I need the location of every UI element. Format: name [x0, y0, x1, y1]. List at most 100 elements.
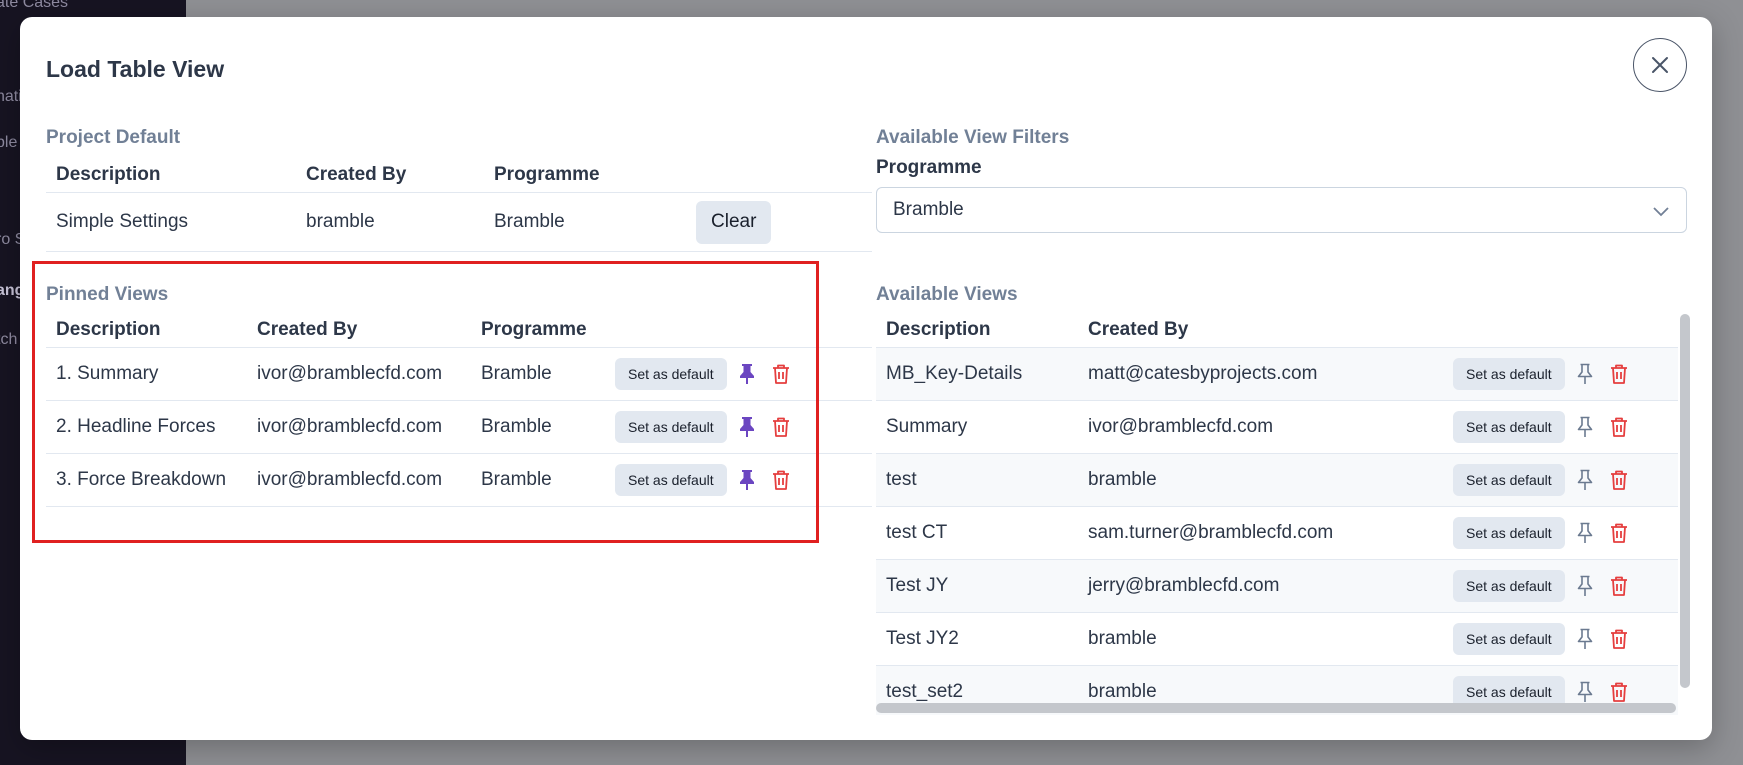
- row-description: test: [876, 453, 1078, 507]
- programme-select-value: Bramble: [893, 199, 964, 220]
- unpin-button[interactable]: [733, 466, 761, 494]
- sidebar-fragment: nati: [0, 88, 22, 105]
- column-header-created-by: Created By: [1088, 319, 1189, 340]
- pin-outline-icon: [1577, 522, 1592, 543]
- delete-button[interactable]: [1605, 572, 1633, 600]
- row-created-by: jerry@bramblecfd.com: [1078, 559, 1443, 613]
- column-header-description: Description: [56, 164, 161, 185]
- delete-button[interactable]: [767, 360, 795, 388]
- set-as-default-button[interactable]: Set as default: [615, 464, 727, 496]
- delete-button[interactable]: [767, 413, 795, 441]
- row-description: Simple Settings: [46, 192, 296, 252]
- table-row: Test JY2 bramble Set as default: [876, 612, 1678, 666]
- programme-select[interactable]: Bramble: [876, 187, 1687, 233]
- pinned-views-table: Description Created By Programme 1. Summ…: [46, 313, 872, 507]
- delete-button[interactable]: [1605, 360, 1633, 388]
- trash-icon: [772, 364, 789, 384]
- pin-button[interactable]: [1571, 572, 1599, 600]
- column-header-programme: Programme: [494, 164, 600, 185]
- table-row: MB_Key-Details matt@catesbyprojects.com Se…: [876, 347, 1678, 401]
- table-row: 2. Headline Forces ivor@bramblecfd.com B…: [46, 400, 872, 454]
- set-as-default-button[interactable]: Set as default: [1453, 358, 1565, 390]
- row-programme: Bramble: [471, 347, 605, 401]
- trash-icon: [1610, 417, 1627, 437]
- column-header-created-by: Created By: [257, 319, 358, 340]
- delete-button[interactable]: [1605, 625, 1633, 653]
- row-created-by: ivor@bramblecfd.com: [247, 347, 471, 401]
- project-default-table: Description Created By Programme Simple …: [46, 158, 872, 252]
- trash-icon: [1610, 470, 1627, 490]
- pin-button[interactable]: [1571, 413, 1599, 441]
- unpin-button[interactable]: [733, 413, 761, 441]
- pin-outline-icon: [1577, 575, 1592, 596]
- sidebar-fragment: ate Cases: [0, 0, 69, 11]
- sidebar-fragment: ble: [0, 134, 18, 151]
- trash-icon: [1610, 682, 1627, 702]
- pin-button[interactable]: [1571, 678, 1599, 706]
- chevron-down-icon: [1653, 207, 1669, 217]
- row-created-by: matt@catesbyprojects.com: [1078, 347, 1443, 401]
- column-header-description: Description: [886, 319, 991, 340]
- row-created-by: ivor@bramblecfd.com: [1078, 400, 1443, 454]
- table-row: Test JY jerry@bramblecfd.com Set as defaul…: [876, 559, 1678, 613]
- available-views-scroll-area[interactable]: Description Created By MB_Key-Details mat…: [876, 317, 1678, 715]
- available-view-filters-label: Available View Filters: [876, 127, 1070, 148]
- set-as-default-button[interactable]: Set as default: [615, 358, 727, 390]
- table-row: Simple Settings bramble Bramble Clear: [46, 192, 872, 252]
- row-programme: Bramble: [471, 400, 605, 454]
- set-as-default-button[interactable]: Set as default: [1453, 623, 1565, 655]
- unpin-button[interactable]: [733, 360, 761, 388]
- set-as-default-button[interactable]: Set as default: [615, 411, 727, 443]
- trash-icon: [772, 417, 789, 437]
- row-description: MB_Key-Details: [876, 347, 1078, 401]
- set-as-default-button[interactable]: Set as default: [1453, 570, 1565, 602]
- modal-title: Load Table View: [46, 56, 225, 82]
- pin-button[interactable]: [1571, 625, 1599, 653]
- load-table-view-modal: Load Table View Project Default Descript…: [20, 17, 1712, 740]
- trash-icon: [772, 470, 789, 490]
- row-description: 1. Summary: [46, 347, 247, 401]
- vertical-scrollbar-thumb[interactable]: [1680, 314, 1690, 688]
- table-row: 1. Summary ivor@bramblecfd.com Bramble S…: [46, 347, 872, 401]
- close-icon: [1652, 57, 1668, 73]
- row-description: 3. Force Breakdown: [46, 453, 247, 507]
- sidebar-fragment: tch: [0, 331, 18, 348]
- set-as-default-button[interactable]: Set as default: [1453, 517, 1565, 549]
- pin-button[interactable]: [1571, 519, 1599, 547]
- trash-icon: [1610, 364, 1627, 384]
- vertical-scrollbar[interactable]: [1680, 314, 1690, 688]
- table-row: test bramble Set as default: [876, 453, 1678, 507]
- delete-button[interactable]: [767, 466, 795, 494]
- row-programme: Bramble: [471, 453, 605, 507]
- trash-icon: [1610, 629, 1627, 649]
- delete-button[interactable]: [1605, 519, 1633, 547]
- row-description: 2. Headline Forces: [46, 400, 247, 454]
- row-created-by: bramble: [1078, 453, 1443, 507]
- row-created-by: ivor@bramblecfd.com: [247, 400, 471, 454]
- row-created-by: bramble: [1078, 612, 1443, 666]
- row-description: test CT: [876, 506, 1078, 560]
- pinned-views-label: Pinned Views: [46, 284, 169, 305]
- column-header-programme: Programme: [481, 319, 587, 340]
- table-row: Summary ivor@bramblecfd.com Set as default: [876, 400, 1678, 454]
- row-description: Test JY: [876, 559, 1078, 613]
- set-as-default-button[interactable]: Set as default: [1453, 464, 1565, 496]
- clear-button[interactable]: Clear: [696, 200, 772, 244]
- available-views-label: Available Views: [876, 284, 1018, 305]
- row-created-by: bramble: [296, 192, 484, 252]
- table-row: 3. Force Breakdown ivor@bramblecfd.com B…: [46, 453, 872, 507]
- row-created-by: ivor@bramblecfd.com: [247, 453, 471, 507]
- pin-filled-icon: [739, 470, 754, 490]
- pin-button[interactable]: [1571, 360, 1599, 388]
- table-row: test CT sam.turner@bramblecfd.com Set as d…: [876, 506, 1678, 560]
- pin-outline-icon: [1577, 416, 1592, 437]
- delete-button[interactable]: [1605, 678, 1633, 706]
- column-header-description: Description: [56, 319, 161, 340]
- horizontal-scrollbar[interactable]: [876, 703, 1676, 713]
- delete-button[interactable]: [1605, 466, 1633, 494]
- pin-button[interactable]: [1571, 466, 1599, 494]
- available-views-table: Description Created By MB_Key-Details mat…: [876, 317, 1678, 715]
- close-button[interactable]: [1633, 38, 1687, 92]
- set-as-default-button[interactable]: Set as default: [1453, 411, 1565, 443]
- delete-button[interactable]: [1605, 413, 1633, 441]
